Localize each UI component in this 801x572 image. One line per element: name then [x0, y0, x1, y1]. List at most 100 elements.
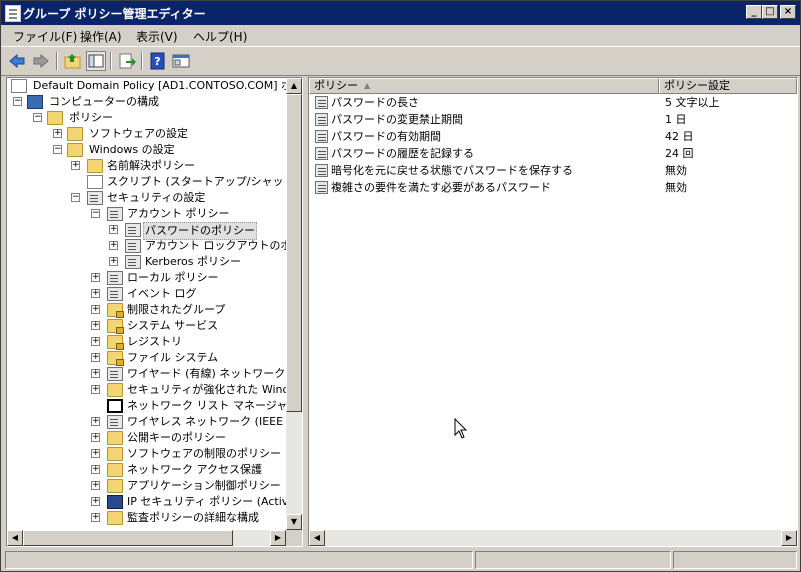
list-item[interactable]: パスワードの長さ 5 文字以上: [309, 94, 797, 111]
collapse-icon[interactable]: −: [91, 209, 100, 218]
folder-icon: [107, 447, 123, 461]
sort-ascending-icon: ▲: [364, 81, 371, 90]
expand-icon[interactable]: +: [91, 497, 100, 506]
expand-icon[interactable]: +: [91, 305, 100, 314]
policy-setting-icon: [315, 147, 328, 160]
maximize-button[interactable]: □: [762, 5, 778, 19]
help-icon[interactable]: ?: [148, 51, 168, 71]
expand-icon[interactable]: +: [91, 433, 100, 442]
folder-icon: [107, 431, 123, 445]
title-bar[interactable]: グループ ポリシー管理エディター _ □ ×: [1, 1, 800, 25]
toolbar: ?: [1, 46, 800, 76]
collapse-icon[interactable]: −: [13, 97, 22, 106]
network-list-icon: [107, 399, 123, 413]
column-header-setting[interactable]: ポリシー設定: [659, 78, 797, 94]
tree-vertical-scrollbar[interactable]: ▲ ▼: [286, 78, 302, 530]
policy-document-icon: [11, 79, 27, 93]
ip-security-icon: [107, 495, 123, 509]
scroll-right-icon[interactable]: ▶: [781, 530, 797, 546]
expand-icon[interactable]: +: [53, 129, 62, 138]
status-bar: [1, 549, 800, 571]
expand-icon[interactable]: +: [109, 257, 118, 266]
scroll-up-icon[interactable]: ▲: [286, 78, 302, 94]
collapse-icon[interactable]: −: [71, 193, 80, 202]
policy-icon: [125, 255, 141, 269]
scroll-down-icon[interactable]: ▼: [286, 514, 302, 530]
policy-icon: [125, 239, 141, 253]
folder-icon: [107, 511, 123, 525]
scroll-right-icon[interactable]: ▶: [270, 530, 286, 546]
app-icon: [5, 5, 21, 22]
folder-icon: [47, 111, 63, 125]
expand-icon[interactable]: +: [91, 465, 100, 474]
list-horizontal-scrollbar[interactable]: ◀ ▶: [309, 530, 797, 546]
export-list-icon[interactable]: [117, 51, 137, 71]
policy-setting-icon: [315, 164, 328, 177]
expand-icon[interactable]: +: [91, 385, 100, 394]
svg-text:?: ?: [154, 55, 160, 68]
back-icon[interactable]: [7, 51, 27, 71]
list-pane[interactable]: ポリシー ▲ ポリシー設定 パスワードの長さ 5 文字以上 パスワードの変更禁止…: [308, 77, 798, 547]
menu-bar: ファイル(F) 操作(A) 表示(V) ヘルプ(H): [1, 25, 800, 45]
scroll-left-icon[interactable]: ◀: [309, 530, 325, 546]
list-header: ポリシー ▲ ポリシー設定: [309, 78, 797, 94]
policy-setting-icon: [315, 130, 328, 143]
tree-pane[interactable]: Default Domain Policy [AD1.CONTOSO.COM] …: [6, 77, 303, 547]
network-icon: [107, 367, 123, 381]
collapse-icon[interactable]: −: [53, 145, 62, 154]
status-panel-secondary: [475, 551, 671, 569]
policy-setting-icon: [315, 113, 328, 126]
status-panel-main: [5, 551, 473, 569]
folder-icon: [87, 159, 103, 173]
folder-icon: [107, 383, 123, 397]
scroll-thumb[interactable]: [286, 94, 302, 412]
column-header-policy[interactable]: ポリシー ▲: [309, 78, 659, 94]
expand-icon[interactable]: +: [91, 321, 100, 330]
list-item[interactable]: パスワードの有効期間 42 日: [309, 128, 797, 145]
list-item[interactable]: 複雑さの要件を満たす必要があるパスワード 無効: [309, 179, 797, 196]
expand-icon[interactable]: +: [91, 449, 100, 458]
scroll-left-icon[interactable]: ◀: [7, 530, 23, 546]
folder-icon: [67, 143, 83, 157]
menu-view[interactable]: 表示(V): [136, 28, 178, 45]
main-window: グループ ポリシー管理エディター _ □ × ファイル(F) 操作(A) 表示(…: [0, 0, 801, 572]
expand-icon[interactable]: +: [91, 417, 100, 426]
policy-icon: [107, 207, 123, 221]
locked-folder-icon: [107, 351, 124, 366]
expand-icon[interactable]: +: [109, 225, 118, 234]
folder-icon: [107, 463, 123, 477]
status-panel-tertiary: [673, 551, 797, 569]
mouse-cursor-icon: [454, 418, 468, 439]
expand-icon[interactable]: +: [91, 481, 100, 490]
close-button[interactable]: ×: [780, 5, 796, 19]
expand-icon[interactable]: +: [91, 513, 100, 522]
expand-icon[interactable]: +: [91, 273, 100, 282]
scroll-thumb[interactable]: [23, 530, 233, 546]
security-settings-icon: [87, 191, 103, 205]
folder-icon: [107, 479, 123, 493]
expand-icon[interactable]: +: [91, 369, 100, 378]
menu-help[interactable]: ヘルプ(H): [193, 28, 247, 45]
list-item[interactable]: 暗号化を元に戻せる状態でパスワードを保存する 無効: [309, 162, 797, 179]
tree-horizontal-scrollbar[interactable]: ◀ ▶: [7, 530, 286, 546]
menu-file[interactable]: ファイル(F): [13, 28, 77, 45]
collapse-icon[interactable]: −: [33, 113, 42, 122]
list-item[interactable]: パスワードの履歴を記録する 24 回: [309, 145, 797, 162]
properties-icon[interactable]: [171, 51, 191, 71]
menu-action[interactable]: 操作(A): [80, 28, 122, 45]
list-item[interactable]: パスワードの変更禁止期間 1 日: [309, 111, 797, 128]
expand-icon[interactable]: +: [71, 161, 80, 170]
up-folder-icon[interactable]: [63, 51, 83, 71]
expand-icon[interactable]: +: [91, 337, 100, 346]
locked-folder-icon: [107, 303, 124, 318]
event-log-icon: [107, 287, 123, 301]
policy-setting-icon: [315, 181, 328, 194]
minimize-button[interactable]: _: [746, 5, 762, 19]
expand-icon[interactable]: +: [91, 353, 100, 362]
expand-icon[interactable]: +: [91, 289, 100, 298]
expand-icon[interactable]: +: [109, 241, 118, 250]
show-hide-tree-icon[interactable]: [86, 51, 106, 71]
policy-icon: [125, 223, 141, 237]
forward-icon[interactable]: [31, 51, 51, 71]
folder-icon: [67, 127, 83, 141]
